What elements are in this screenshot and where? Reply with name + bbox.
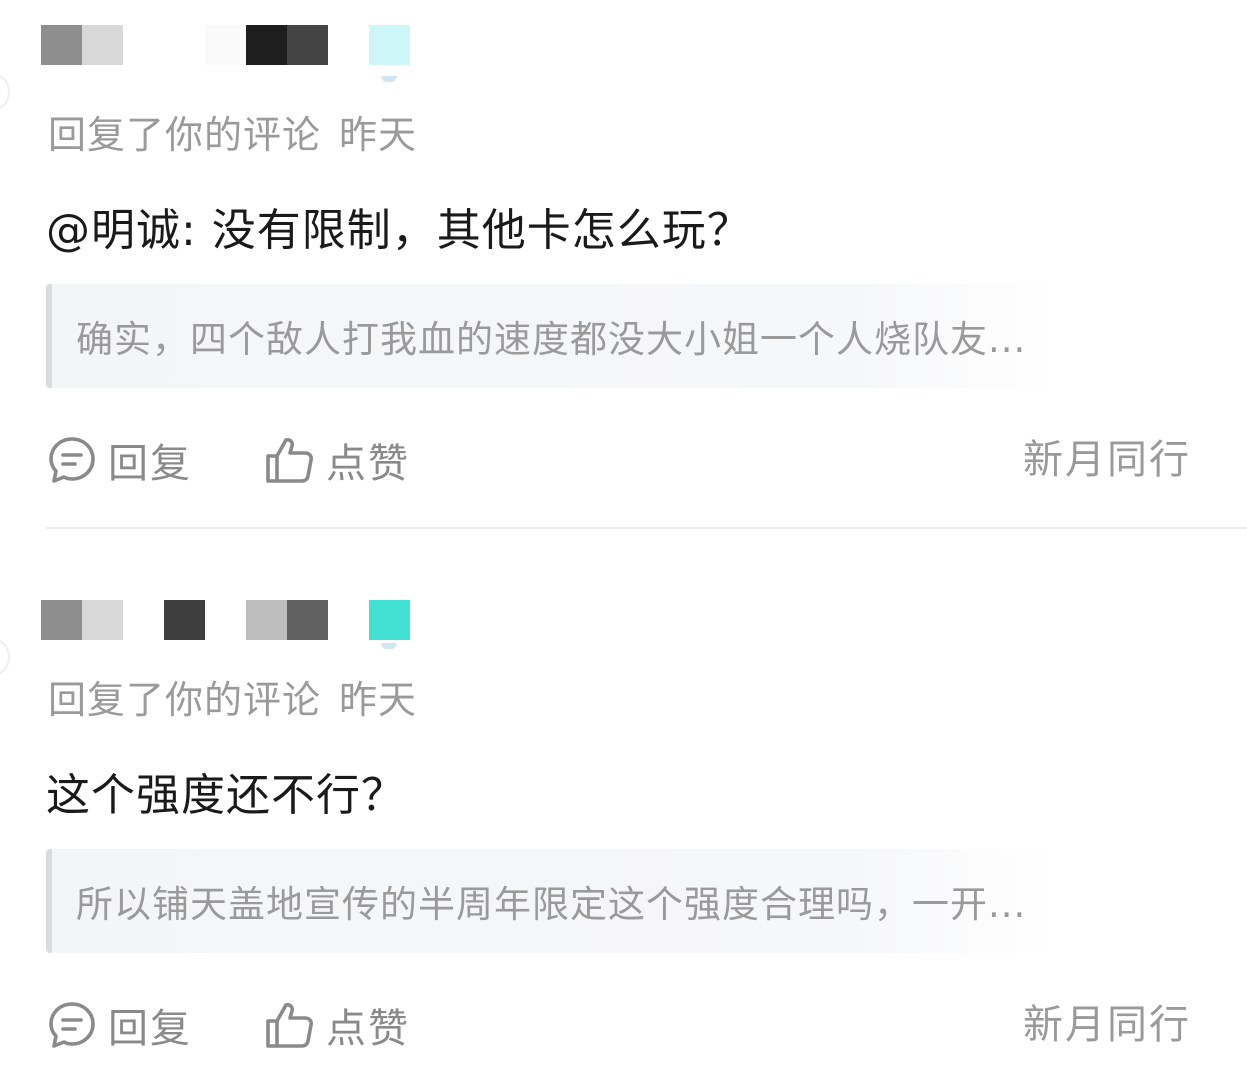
quoted-comment[interactable]: 确实，四个敌人打我血的速度都没大小姐一个人烧队友... (46, 284, 1056, 388)
timestamp: 昨天 (339, 113, 418, 157)
level-badge (369, 600, 410, 640)
divider (46, 527, 1247, 529)
thumbs-up-icon (266, 438, 313, 483)
reply-content[interactable]: @明诚: 没有限制，其他卡怎么玩？ (46, 194, 752, 258)
like-button[interactable]: 点赞 (264, 995, 410, 1055)
action-bar: 回复 点赞 新月同行 (0, 995, 1247, 1055)
like-button[interactable]: 点赞 (264, 430, 410, 490)
notification-meta: 回复了你的评论 昨天 (48, 104, 417, 159)
reply-label: 回复 (108, 441, 192, 487)
chat-bubble-icon (49, 1002, 95, 1048)
notification-item[interactable]: 回复了你的评论 昨天 @明诚: 没有限制，其他卡怎么玩？ 确实，四个敌人打我血的速… (0, 0, 1247, 530)
quoted-comment-text: 确实，四个敌人打我血的速度都没大小姐一个人烧队友... (76, 318, 1027, 361)
avatar[interactable] (0, 72, 10, 112)
reply-content[interactable]: 这个强度还不行？ (46, 759, 406, 823)
reply-label: 回复 (108, 1006, 192, 1052)
action-text: 回复了你的评论 (48, 113, 322, 157)
action-bar: 回复 点赞 新月同行 (0, 430, 1247, 490)
quoted-comment[interactable]: 所以铺天盖地宣传的半周年限定这个强度合理吗，一开... (46, 849, 1056, 953)
timestamp: 昨天 (339, 678, 418, 722)
chat-bubble-icon (49, 437, 95, 483)
reply-button[interactable]: 回复 (46, 995, 192, 1055)
source-game[interactable]: 新月同行 (1023, 995, 1191, 1055)
quoted-comment-text: 所以铺天盖地宣传的半周年限定这个强度合理吗，一开... (76, 883, 1027, 926)
level-badge (369, 25, 410, 65)
notification-item[interactable]: 回复了你的评论 昨天 这个强度还不行？ 所以铺天盖地宣传的半周年限定这个强度合理吗… (0, 565, 1247, 1091)
username-blurred[interactable] (0, 0, 420, 112)
like-label: 点赞 (326, 1006, 410, 1052)
notification-list: 回复了你的评论 昨天 @明诚: 没有限制，其他卡怎么玩？ 确实，四个敌人打我血的速… (0, 0, 1247, 1091)
thumbs-up-icon (266, 1003, 313, 1048)
like-label: 点赞 (326, 441, 410, 487)
reply-button[interactable]: 回复 (46, 430, 192, 490)
notification-meta: 回复了你的评论 昨天 (48, 669, 417, 724)
source-game[interactable]: 新月同行 (1023, 430, 1191, 490)
username-blurred[interactable] (0, 565, 420, 677)
action-text: 回复了你的评论 (48, 678, 322, 722)
avatar[interactable] (0, 637, 10, 677)
